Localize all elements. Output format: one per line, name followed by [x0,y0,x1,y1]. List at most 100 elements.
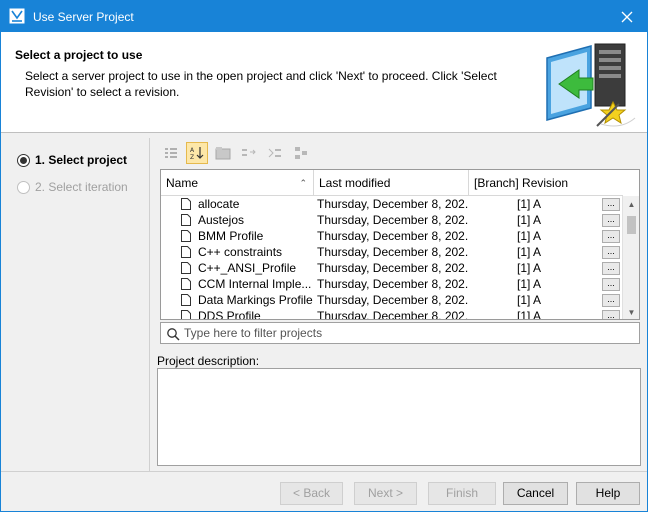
step-label: 2. Select iteration [35,180,128,194]
row-revision: [1] A [516,293,542,307]
filter-box[interactable] [160,322,640,344]
select-revision-button[interactable]: ... [602,197,620,211]
row-name: C++_ANSI_Profile [198,261,297,275]
collapse-button[interactable] [264,142,286,164]
row-modified: Thursday, December 8, 202... [317,245,469,259]
close-button[interactable] [607,1,647,32]
back-button[interactable]: < Back [280,482,343,505]
radio-selected-icon [17,153,30,167]
row-revision: [1] A [516,229,542,243]
next-button[interactable]: Next > [354,482,417,505]
table-row[interactable]: allocate Thursday, December 8, 202... [1… [161,196,623,212]
scrollbar-thumb[interactable] [627,216,636,234]
row-revision: [1] A [516,261,542,275]
document-icon [181,246,191,258]
step-select-iteration: 2. Select iteration [17,180,128,194]
footer-divider [1,471,647,472]
column-header-name[interactable]: Name ⌃ [161,170,314,196]
select-revision-button[interactable]: ... [602,213,620,227]
row-name: C++ constraints [198,245,283,259]
row-modified: Thursday, December 8, 202... [317,277,469,291]
row-modified: Thursday, December 8, 202... [317,293,469,307]
svg-text:Z: Z [190,154,194,161]
content-panel: A Z Name ⌃ Last modified [Branch] Revisi… [149,138,645,471]
project-description-box[interactable] [157,368,641,466]
table-body: allocate Thursday, December 8, 202... [1… [161,196,623,320]
wizard-steps: 1. Select project 2. Select iteration [1,138,149,471]
list-view-button[interactable] [160,142,182,164]
search-icon [167,328,180,341]
document-icon [181,214,191,226]
project-description-label: Project description: [157,354,260,368]
row-modified: Thursday, December 8, 202... [317,309,469,320]
row-revision: [1] A [516,213,542,227]
table-row[interactable]: Data Markings Profile Thursday, December… [161,292,623,308]
table-row[interactable]: C++ constraints Thursday, December 8, 20… [161,244,623,260]
row-modified: Thursday, December 8, 202... [317,197,469,211]
column-header-last-modified[interactable]: Last modified [314,170,469,196]
radio-empty-icon [17,180,30,194]
expand-icon [242,149,256,156]
row-revision: [1] A [516,197,542,211]
server-project-illustration-icon [546,43,636,127]
window-title: Use Server Project [33,10,134,24]
projects-table: Name ⌃ Last modified [Branch] Revision a… [160,169,640,320]
hierarchy-button[interactable] [290,142,312,164]
sort-ascending-icon: ⌃ [299,178,307,188]
expand-button[interactable] [238,142,260,164]
table-row[interactable]: Austejos Thursday, December 8, 202... [1… [161,212,623,228]
document-icon [181,198,191,210]
help-button[interactable]: Help [576,482,640,505]
select-revision-button[interactable]: ... [602,229,620,243]
row-name: allocate [198,197,240,211]
row-revision: [1] A [516,245,542,259]
table-row[interactable]: DDS Profile Thursday, December 8, 202...… [161,308,623,320]
list-view-icon [165,148,177,158]
header-title: Select a project to use [15,48,143,62]
scroll-up-icon[interactable]: ▲ [623,196,639,212]
row-revision: [1] A [516,309,542,320]
table-row[interactable]: C++_ANSI_Profile Thursday, December 8, 2… [161,260,623,276]
row-revision: [1] A [516,277,542,291]
filter-input[interactable] [184,325,634,341]
cancel-button[interactable]: Cancel [503,482,568,505]
sort-alphabetically-button[interactable]: A Z [186,142,208,164]
row-name: Data Markings Profile [198,293,313,307]
select-revision-button[interactable]: ... [602,245,620,259]
table-vertical-scrollbar[interactable]: ▲ ▼ [622,196,639,319]
header-description: Select a server project to use in the op… [25,69,497,99]
row-name: BMM Profile [198,229,264,243]
table-row[interactable]: BMM Profile Thursday, December 8, 202...… [161,228,623,244]
wizard-header: Select a project to use Select a server … [1,32,647,133]
svg-text:A: A [190,147,195,154]
document-icon [181,262,191,274]
select-revision-button[interactable]: ... [602,261,620,275]
select-revision-button[interactable]: ... [602,309,620,319]
document-icon [181,310,191,319]
document-icon [181,294,191,306]
row-modified: Thursday, December 8, 202... [317,229,469,243]
step-label: 1. Select project [35,153,128,167]
hierarchy-icon [295,147,307,159]
folder-icon [215,147,231,160]
document-icon [181,230,191,242]
scroll-down-icon[interactable]: ▼ [623,304,639,319]
close-icon [621,11,633,22]
select-revision-button[interactable]: ... [602,277,620,291]
collapse-icon [268,148,281,158]
table-row[interactable]: CCM Internal Imple... Thursday, December… [161,276,623,292]
dialog-window: Use Server Project Select a project to u… [0,0,648,512]
title-bar[interactable]: Use Server Project [1,1,647,32]
select-revision-button[interactable]: ... [602,293,620,307]
row-name: CCM Internal Imple... [198,277,312,291]
finish-button[interactable]: Finish [428,482,496,505]
project-toolbar: A Z [160,142,316,166]
folder-view-button[interactable] [212,142,234,164]
column-header-revision[interactable]: [Branch] Revision [469,170,623,196]
step-select-project[interactable]: 1. Select project [17,153,127,167]
table-header: Name ⌃ Last modified [Branch] Revision [161,170,623,196]
row-name: Austejos [198,213,245,227]
app-icon [9,8,25,24]
document-icon [181,278,191,290]
row-modified: Thursday, December 8, 202... [317,261,469,275]
